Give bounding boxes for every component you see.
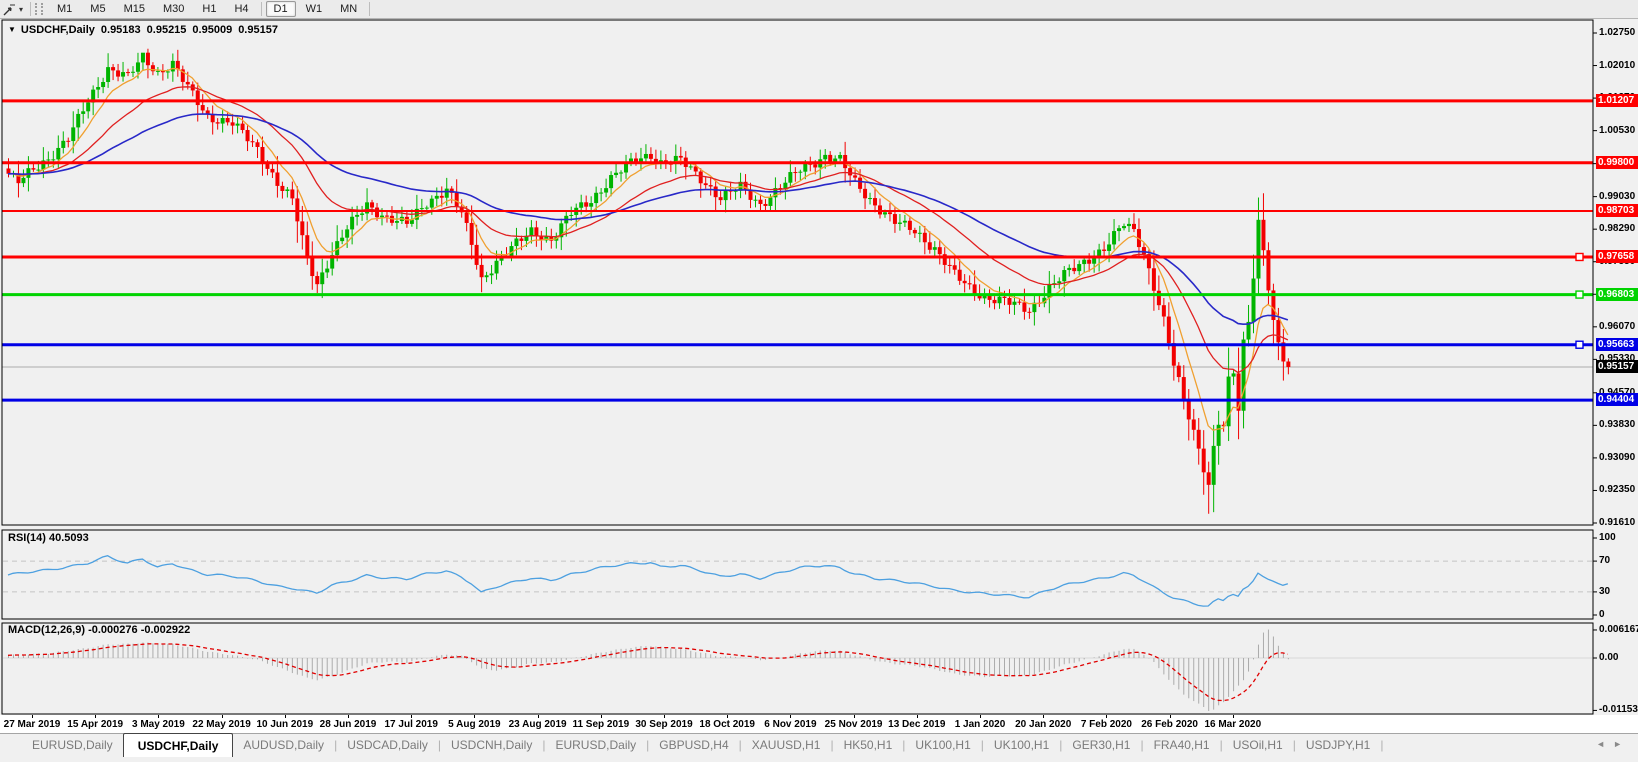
chart-tab-hk50-h1[interactable]: HK50,H1 bbox=[834, 734, 903, 755]
time-axis-tick bbox=[600, 715, 602, 718]
line-handle bbox=[1575, 340, 1584, 349]
timeframe-button-M5[interactable]: M5 bbox=[82, 1, 113, 17]
date-axis-label: 25 Nov 2019 bbox=[824, 719, 883, 730]
time-axis-tick bbox=[32, 715, 33, 718]
tab-scroll-arrows: ◄► bbox=[1596, 739, 1630, 749]
tab-separator: | bbox=[1380, 738, 1384, 752]
chart-tab-uk100-h1[interactable]: UK100,H1 bbox=[984, 734, 1059, 755]
date-axis-label: 15 Apr 2019 bbox=[67, 719, 124, 730]
chart-cursor-icon[interactable] bbox=[1, 2, 17, 16]
time-axis-tick bbox=[1043, 715, 1045, 718]
date-axis-label: 28 Jun 2019 bbox=[319, 719, 377, 730]
date-axis-label: 20 Jan 2020 bbox=[1015, 719, 1072, 730]
chart-tab-fra40-h1[interactable]: FRA40,H1 bbox=[1144, 734, 1220, 755]
chart-tab-usdcad-daily[interactable]: USDCAD,Daily bbox=[337, 734, 438, 755]
time-axis-tick bbox=[221, 715, 223, 718]
chart-tab-xauusd-h1[interactable]: XAUUSD,H1 bbox=[742, 734, 831, 755]
time-axis-tick bbox=[158, 715, 160, 718]
date-axis-label: 3 May 2019 bbox=[131, 719, 185, 730]
time-axis-tick bbox=[474, 715, 476, 718]
date-axis-label: 22 May 2019 bbox=[192, 719, 251, 730]
trading-terminal: ▾ M1 M5 M15 M30 H1 H4 D1 W1 MN ▼ USDCHF,Daily 0.95… bbox=[0, 0, 1638, 762]
timeframe-toolbar: ▾ M1 M5 M15 M30 H1 H4 D1 W1 MN bbox=[0, 0, 1638, 19]
toolbar-separator bbox=[260, 2, 262, 16]
toolbar-separator bbox=[369, 2, 371, 16]
time-axis-tick bbox=[727, 715, 729, 718]
chevron-down-icon[interactable]: ▾ bbox=[17, 5, 27, 14]
timeframe-button-D1[interactable]: D1 bbox=[265, 1, 296, 17]
date-axis-label: 18 Oct 2019 bbox=[699, 719, 755, 730]
timeframe-button-M1[interactable]: M1 bbox=[49, 1, 80, 17]
date-axis-label: 26 Feb 2020 bbox=[1141, 719, 1198, 730]
date-axis-label: 1 Jan 2020 bbox=[954, 719, 1006, 730]
date-axis-label: 11 Sep 2019 bbox=[572, 719, 630, 730]
toolbar-grip-handle[interactable] bbox=[35, 3, 44, 15]
time-axis-tick bbox=[790, 715, 792, 718]
chart-tab-usdjpy-h1[interactable]: USDJPY,H1 bbox=[1296, 734, 1380, 755]
date-axis-label: 27 Mar 2019 bbox=[3, 719, 61, 730]
date-axis-label: 16 Mar 2020 bbox=[1204, 719, 1262, 730]
timeframe-button-H1[interactable]: H1 bbox=[194, 1, 224, 17]
chart-tab-uk100-h1[interactable]: UK100,H1 bbox=[905, 734, 980, 755]
time-axis-tick bbox=[411, 715, 413, 718]
time-axis-tick bbox=[348, 715, 349, 718]
tab-scroll-right-icon[interactable]: ► bbox=[1613, 739, 1630, 749]
time-axis-tick bbox=[95, 715, 97, 718]
date-axis-label: 17 Jul 2019 bbox=[384, 719, 438, 730]
time-axis-tick bbox=[284, 715, 286, 718]
rsi-line bbox=[7, 555, 1289, 607]
line-handle bbox=[1575, 252, 1584, 262]
date-axis-label: 7 Feb 2020 bbox=[1080, 719, 1132, 730]
date-axis-label: 6 Nov 2019 bbox=[764, 719, 817, 730]
price-chart-canvas[interactable] bbox=[0, 18, 1638, 715]
date-axis-label: 23 Aug 2019 bbox=[508, 719, 567, 730]
chart-tab-gbpusd-h4[interactable]: GBPUSD,H4 bbox=[649, 734, 738, 755]
chart-tab-audusd-daily[interactable]: AUDUSD,Daily bbox=[233, 734, 334, 755]
timeframe-button-M15[interactable]: M15 bbox=[116, 1, 153, 17]
time-axis-tick bbox=[980, 715, 981, 718]
chart-tab-bar: EURUSD,Daily USDCHF,Daily AUDUSD,Daily | USD… bbox=[0, 733, 1638, 762]
chart-tab-usdchf-daily[interactable]: USDCHF,Daily bbox=[122, 733, 234, 757]
time-axis-tick bbox=[1232, 715, 1234, 718]
chart-tab-usdcnh-daily[interactable]: USDCNH,Daily bbox=[441, 734, 542, 755]
macd-signal-line bbox=[7, 643, 1289, 702]
timeframe-button-M30[interactable]: M30 bbox=[155, 1, 192, 17]
date-axis-label: 5 Aug 2019 bbox=[448, 719, 501, 730]
ma-medium bbox=[7, 86, 1289, 374]
toolbar-separator bbox=[30, 2, 32, 16]
timeframe-button-H4[interactable]: H4 bbox=[226, 1, 256, 17]
chart-tab-usoil-h1[interactable]: USOil,H1 bbox=[1223, 734, 1293, 755]
timeframe-button-MN[interactable]: MN bbox=[332, 1, 365, 17]
tab-scroll-left-icon[interactable]: ◄ bbox=[1596, 739, 1613, 749]
date-axis-label: 30 Sep 2019 bbox=[635, 719, 693, 730]
time-axis-tick bbox=[664, 715, 665, 718]
time-axis-tick bbox=[1169, 715, 1171, 718]
timeframe-button-W1[interactable]: W1 bbox=[298, 1, 331, 17]
time-axis-tick bbox=[916, 715, 918, 718]
chart-tab-ger30-h1[interactable]: GER30,H1 bbox=[1062, 734, 1140, 755]
time-axis-tick bbox=[537, 715, 539, 718]
date-axis-label: 10 Jun 2019 bbox=[256, 719, 314, 730]
line-handle bbox=[1575, 290, 1584, 299]
time-axis[interactable]: 27 Mar 2019 15 Apr 2019 3 May 2019 22 May 2… bbox=[0, 715, 1638, 733]
chart-tab-eurusd-daily[interactable]: EURUSD,Daily bbox=[545, 734, 646, 755]
ma-fast bbox=[7, 67, 1289, 431]
ma-slow bbox=[7, 113, 1289, 326]
candles bbox=[6, 48, 1291, 514]
time-axis-tick bbox=[1106, 715, 1108, 718]
time-axis-tick bbox=[853, 715, 855, 718]
date-axis-label: 13 Dec 2019 bbox=[888, 719, 946, 730]
chart-tab-eurusd-daily[interactable]: EURUSD,Daily bbox=[22, 734, 123, 755]
